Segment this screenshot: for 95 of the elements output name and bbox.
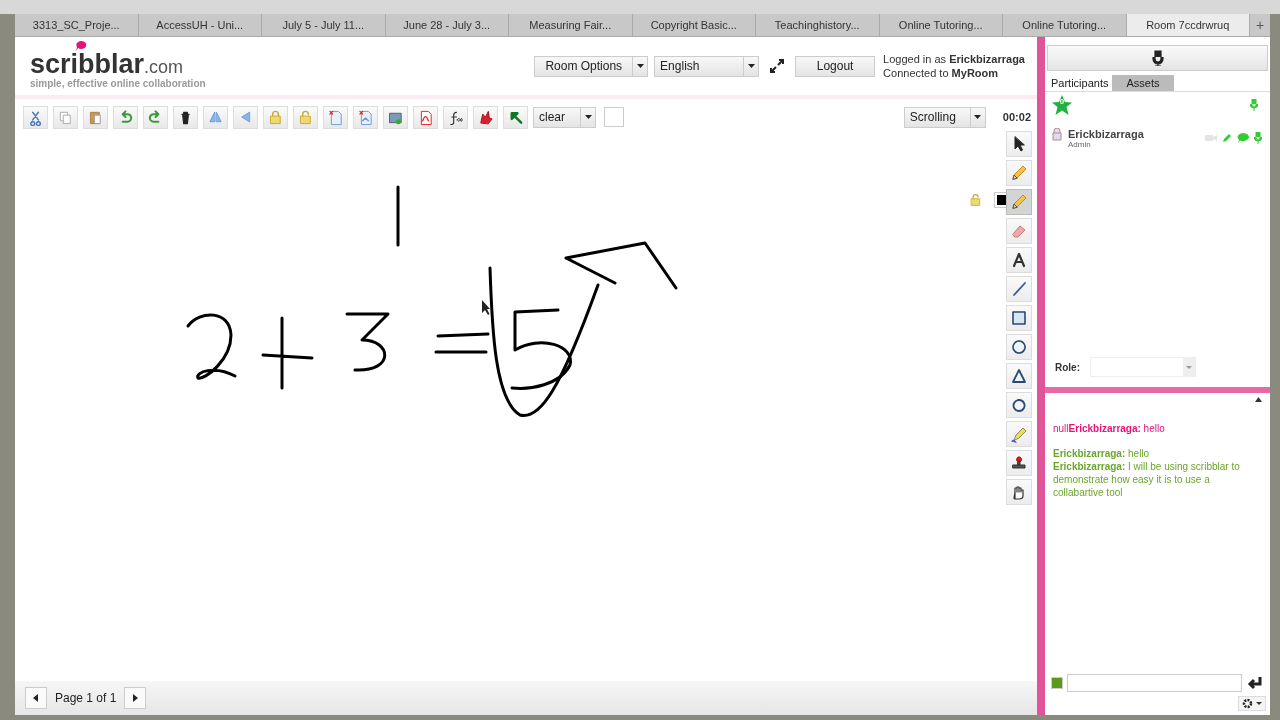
login-status: Logged in as Erickbizarraga (883, 52, 1025, 66)
cursor-icon (482, 300, 490, 315)
text-icon (1010, 251, 1028, 269)
browser-tab[interactable]: July 5 - July 11... (262, 14, 386, 36)
caret-icon (974, 115, 982, 119)
chat-bubble-icon (1237, 133, 1249, 143)
pointer-tool[interactable] (1006, 131, 1032, 157)
line-icon (1010, 280, 1028, 298)
microphone-button[interactable] (1047, 45, 1268, 71)
pencil-icon (1010, 193, 1028, 211)
camera-icon (1205, 134, 1217, 142)
session-timer: 00:02 (1002, 111, 1031, 123)
microphone-icon (1254, 132, 1262, 144)
text-color-swatch[interactable] (1051, 677, 1063, 689)
browser-tab[interactable]: Online Tutoring... (879, 14, 1003, 36)
export-icon (357, 108, 374, 126)
ink-color-swatch[interactable] (995, 193, 1006, 207)
arrow-button[interactable] (503, 105, 528, 129)
participant-role: Admin (1068, 140, 1092, 149)
unlock-icon (297, 108, 314, 126)
browser-tab[interactable]: June 28 - July 3... (385, 14, 509, 36)
stamp-tool[interactable] (1006, 450, 1032, 476)
browser-tab[interactable]: 3313_SC_Proje... (15, 14, 139, 36)
star-icon (1051, 94, 1073, 116)
logo-name: scribblar (30, 51, 145, 76)
scroll-mode-select[interactable]: Scrolling (903, 106, 986, 128)
clear-select[interactable]: clear (533, 106, 596, 128)
chat-message: Erickbizarraga: hello (1053, 447, 1151, 460)
caret-icon (636, 64, 644, 68)
logo-domain: .com (144, 56, 184, 78)
send-icon[interactable] (1246, 676, 1262, 690)
speech-bubble-icon (74, 39, 88, 52)
pencil-icon (1010, 164, 1028, 182)
browser-tab[interactable]: Online Tutoring... (1003, 14, 1127, 36)
shape-icon (477, 108, 494, 126)
collapse-icon[interactable] (1255, 397, 1262, 402)
import-button[interactable] (323, 105, 348, 129)
browser-tab[interactable]: Teachinghistory... (756, 14, 880, 36)
undo-button[interactable] (113, 105, 138, 129)
back-button[interactable] (233, 105, 258, 129)
next-page-button[interactable] (124, 687, 147, 709)
cut-button[interactable] (23, 105, 48, 129)
stamp-icon (1010, 454, 1028, 472)
browser-tab[interactable]: Measuring Fair... (509, 14, 633, 36)
previous-page-button[interactable] (25, 687, 47, 709)
import-icon (327, 108, 344, 126)
browser-tab[interactable]: Copyright Basic... (632, 14, 756, 36)
formula-button[interactable] (443, 105, 468, 129)
language-select[interactable]: English (654, 55, 760, 77)
logo-tagline: simple, effective online collaboration (30, 77, 206, 89)
logout-button[interactable]: Logout (795, 55, 876, 77)
browser-tab[interactable]: AccessUH - Uni... (138, 14, 262, 36)
participant-name: Erickbizarraga (1068, 128, 1145, 140)
rectangle-tool[interactable] (1006, 305, 1032, 331)
highlighter-icon (1010, 425, 1028, 443)
browser-tab[interactable]: Room 7ccdrwruq (1126, 14, 1250, 36)
pdf-button[interactable] (413, 105, 438, 129)
caret-icon (747, 64, 755, 68)
shape-button[interactable] (473, 105, 498, 129)
chat-input[interactable] (1067, 674, 1242, 692)
paste-button[interactable] (83, 105, 108, 129)
microphone-icon (1151, 50, 1164, 66)
gear-icon (1242, 698, 1262, 709)
role-label: Role: (1055, 361, 1080, 373)
text-tool[interactable] (1006, 247, 1032, 273)
room-options-button[interactable]: Room Options (534, 55, 649, 77)
color-swatch[interactable] (604, 107, 624, 127)
room-status: Connected to MyRoom (883, 66, 1000, 80)
page-indicator: Page 1 of 1 (55, 691, 117, 705)
right-arrow-icon (132, 694, 139, 702)
star-count: 0 (1058, 97, 1066, 106)
delete-button[interactable] (173, 105, 198, 129)
triangle-tool[interactable] (1006, 363, 1032, 389)
triangle-icon (1010, 367, 1028, 385)
user-icon (1052, 128, 1062, 141)
circle-tool[interactable] (1006, 392, 1032, 418)
settings-button[interactable] (1238, 696, 1266, 711)
panel-tab[interactable]: Assets (1112, 75, 1174, 91)
snapshot-button[interactable] (383, 105, 408, 129)
redo-button[interactable] (143, 105, 168, 129)
left-arrow-icon (33, 694, 39, 702)
chat-message: Erickbizarraga: I will be using scribblar to demonstrate how easy it is to use a collabartive tool (1053, 460, 1241, 499)
hand-tool[interactable] (1006, 479, 1032, 505)
chat-message: nullErickbizarraga: hello (1053, 422, 1166, 435)
caret-icon (1186, 365, 1192, 369)
pencil-icon (1222, 133, 1232, 143)
lock-icon (267, 108, 284, 126)
fullscreen-icon[interactable] (769, 58, 786, 74)
rectangle-icon (1010, 309, 1028, 327)
microphone-icon (1250, 99, 1258, 111)
line-tool[interactable] (1006, 276, 1032, 302)
export-button[interactable] (353, 105, 378, 129)
flip-button[interactable] (203, 105, 228, 129)
ellipse-tool[interactable] (1006, 334, 1032, 360)
caret-icon (584, 115, 592, 119)
